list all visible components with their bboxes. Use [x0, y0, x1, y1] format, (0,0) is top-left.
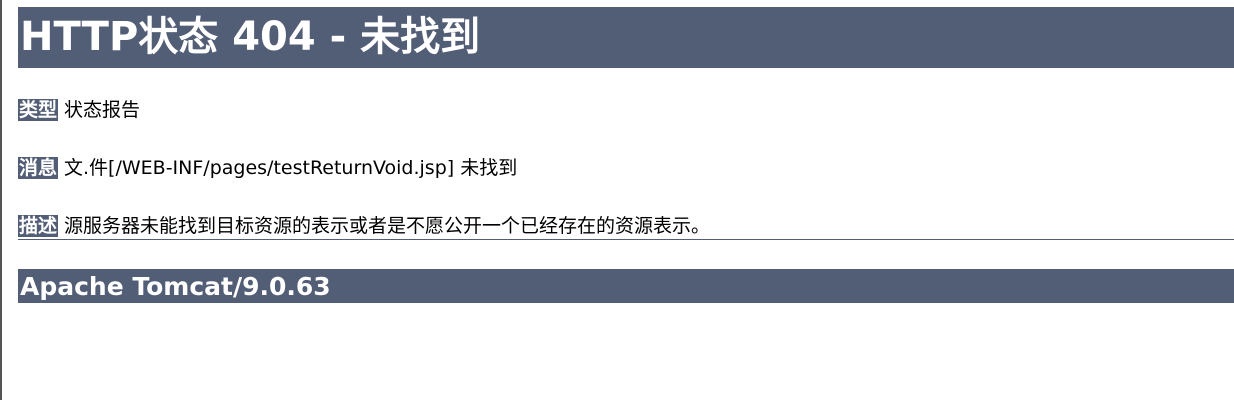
message-label: 消息 — [18, 157, 59, 179]
message-value: 文.件[/WEB-INF/pages/testReturnVoid.jsp] 未… — [64, 157, 518, 179]
description-row: 描述 源服务器未能找到目标资源的表示或者是不愿公开一个已经存在的资源表示。 — [18, 213, 1234, 239]
type-value: 状态报告 — [64, 99, 141, 121]
divider-bottom — [18, 239, 1234, 240]
server-footer: Apache Tomcat/9.0.63 — [18, 269, 1234, 303]
divider-top — [18, 67, 1234, 68]
message-row: 消息 文.件[/WEB-INF/pages/testReturnVoid.jsp]… — [18, 155, 1234, 181]
page-title: HTTP状态 404 - 未找到 — [18, 7, 1234, 67]
type-label: 类型 — [18, 99, 59, 121]
description-value: 源服务器未能找到目标资源的表示或者是不愿公开一个已经存在的资源表示。 — [64, 215, 711, 237]
description-label: 描述 — [18, 215, 59, 237]
error-page: HTTP状态 404 - 未找到 类型 状态报告 消息 文.件[/WEB-INF/p… — [18, 7, 1234, 303]
type-row: 类型 状态报告 — [18, 97, 1234, 123]
